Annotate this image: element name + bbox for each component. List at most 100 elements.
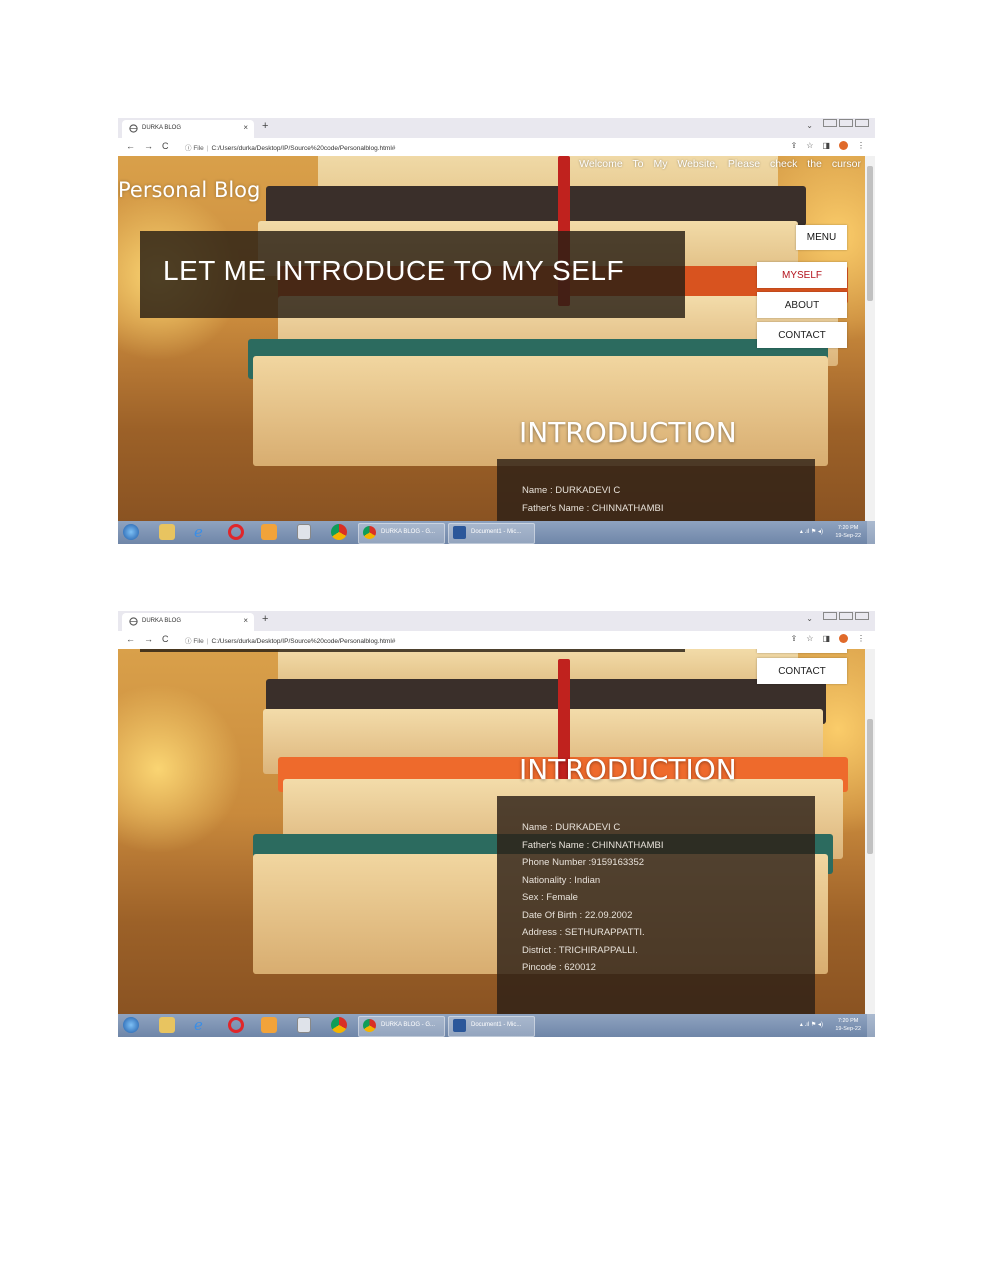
windows-start-icon[interactable] [123, 1017, 139, 1033]
hero-banner-scrolled [140, 649, 685, 652]
web-page: CONTACT ABOUT INTRODUCTION Name : DURKAD… [118, 649, 865, 1014]
nav-myself[interactable]: MYSELF [757, 262, 847, 288]
globe-icon [129, 124, 138, 133]
web-page: Welcome To My Website, Please check the … [118, 156, 865, 521]
folder-icon[interactable] [159, 1017, 175, 1033]
address-bar: ← → C ⓘ File | C:/Users/durka/Desktop/IP/S… [118, 631, 875, 650]
close-window-button[interactable] [855, 612, 869, 620]
star-icon[interactable]: ☆ [806, 634, 813, 643]
clock[interactable]: 7:20 PM 19-Sep-22 [835, 1017, 861, 1033]
profile-avatar[interactable] [839, 141, 848, 151]
opera-icon[interactable] [228, 524, 244, 540]
screenshot-1: DURKA BLOG × + ⌄ ← → C ⓘ File | C:/Users/d… [118, 118, 875, 544]
clock-time: 7:20 PM [837, 525, 859, 531]
taskbar-chrome-label: DURKA BLOG - G... [381, 1022, 436, 1028]
taskbar-word-button[interactable]: Document1 - Mic... [448, 523, 535, 544]
side-panel-icon[interactable]: ◨ [822, 141, 830, 150]
welcome-marquee: Welcome To My Website, Please check the … [579, 158, 861, 170]
back-icon[interactable]: ← [126, 141, 135, 151]
intro-row: Phone Number :9159163352 [522, 857, 645, 868]
nav-contact[interactable]: CONTACT [757, 322, 847, 348]
intro-title: INTRODUCTION [519, 753, 737, 786]
system-tray[interactable]: ▴ .ıl ⚑ ◂) [800, 1021, 823, 1028]
side-panel-icon[interactable]: ◨ [822, 634, 830, 643]
opera-icon[interactable] [228, 1017, 244, 1033]
taskbar-word-button[interactable]: Document1 - Mic... [448, 1016, 535, 1037]
url-text: C:/Users/durka/Desktop/IP/Source%20code/… [211, 145, 396, 152]
nav-about[interactable]: ABOUT [757, 292, 847, 318]
share-icon[interactable]: ⇪ [791, 141, 798, 150]
star-icon[interactable]: ☆ [806, 141, 813, 150]
url-field[interactable]: ⓘ File | C:/Users/durka/Desktop/IP/Source%… [185, 635, 395, 645]
more-menu-icon[interactable]: ⋮ [857, 141, 865, 150]
book-image [253, 356, 828, 466]
chrome-icon[interactable] [331, 524, 347, 540]
chevron-down-icon[interactable]: ⌄ [806, 121, 813, 130]
intro-row: Address : SETHURAPPATTI. [522, 927, 645, 938]
minimize-button[interactable] [823, 119, 837, 127]
minimize-button[interactable] [823, 612, 837, 620]
forward-icon[interactable]: → [144, 141, 153, 151]
url-field[interactable]: ⓘ File | C:/Users/durka/Desktop/IP/Source%… [185, 142, 395, 152]
taskbar-chrome-button[interactable]: DURKA BLOG - G... [358, 1016, 445, 1037]
info-icon: ⓘ [185, 145, 192, 152]
clock[interactable]: 7:20 PM 19-Sep-22 [835, 524, 861, 540]
share-icon[interactable]: ⇪ [791, 634, 798, 643]
new-tab-button[interactable]: + [262, 120, 268, 132]
url-text: C:/Users/durka/Desktop/IP/Source%20code/… [211, 638, 396, 645]
scrollbar-thumb[interactable] [867, 166, 873, 301]
chevron-down-icon[interactable]: ⌄ [806, 614, 813, 623]
intro-row: District : TRICHIRAPPALLI. [522, 945, 638, 956]
ie-icon[interactable]: e [194, 1017, 210, 1033]
intro-row: Name : DURKADEVI C [522, 822, 621, 833]
more-menu-icon[interactable]: ⋮ [857, 634, 865, 643]
taskbar: e DURKA BLOG - G... Document1 - Mic... ▴… [118, 521, 875, 544]
maximize-button[interactable] [839, 119, 853, 127]
reload-icon[interactable]: C [162, 634, 169, 644]
intro-row: Pincode : 620012 [522, 962, 596, 973]
menu-button[interactable]: MENU [796, 225, 847, 250]
media-player-icon[interactable] [261, 524, 277, 540]
reload-icon[interactable]: C [162, 141, 169, 151]
windows-start-icon[interactable] [123, 524, 139, 540]
intro-box: Name : DURKADEVI C Father's Name : CHINN… [497, 796, 815, 1014]
tab-strip: DURKA BLOG × + ⌄ [118, 118, 875, 138]
scrollbar[interactable] [865, 156, 875, 521]
toolbar-icons: ⇪ ☆ ◨ ⋮ [782, 141, 865, 151]
word-icon [453, 1019, 466, 1032]
folder-icon[interactable] [159, 524, 175, 540]
show-desktop-button[interactable] [867, 1014, 875, 1037]
globe-icon [129, 617, 138, 626]
new-tab-button[interactable]: + [262, 613, 268, 625]
browser-tab[interactable]: DURKA BLOG × [122, 613, 254, 631]
toolbar-icons: ⇪ ☆ ◨ ⋮ [782, 634, 865, 644]
info-icon: ⓘ [185, 638, 192, 645]
back-icon[interactable]: ← [126, 634, 135, 644]
hero-banner: LET ME INTRODUCE TO MY SELF [140, 231, 685, 318]
system-tray[interactable]: ▴ .ıl ⚑ ◂) [800, 528, 823, 535]
taskbar-chrome-label: DURKA BLOG - G... [381, 529, 436, 535]
forward-icon[interactable]: → [144, 634, 153, 644]
intro-row: Father's Name : CHINNATHAMBI [522, 503, 664, 514]
maximize-button[interactable] [839, 612, 853, 620]
calculator-icon[interactable] [297, 1017, 311, 1033]
close-tab-icon[interactable]: × [243, 616, 248, 625]
scrollbar-thumb[interactable] [867, 719, 873, 854]
profile-avatar[interactable] [839, 634, 848, 644]
close-window-button[interactable] [855, 119, 869, 127]
show-desktop-button[interactable] [867, 521, 875, 544]
nav-about[interactable]: ABOUT [757, 649, 847, 653]
clock-time: 7:20 PM [837, 1018, 859, 1024]
browser-tab[interactable]: DURKA BLOG × [122, 120, 254, 138]
scrollbar[interactable] [865, 649, 875, 1014]
nav-contact[interactable]: CONTACT [757, 658, 847, 684]
tab-strip: DURKA BLOG × + ⌄ [118, 611, 875, 631]
screenshot-2: DURKA BLOG × + ⌄ ← → C ⓘ File | C:/Users/d… [118, 611, 875, 1037]
calculator-icon[interactable] [297, 524, 311, 540]
chrome-icon[interactable] [331, 1017, 347, 1033]
close-tab-icon[interactable]: × [243, 123, 248, 132]
window-controls [821, 119, 869, 127]
media-player-icon[interactable] [261, 1017, 277, 1033]
taskbar-chrome-button[interactable]: DURKA BLOG - G... [358, 523, 445, 544]
ie-icon[interactable]: e [194, 524, 210, 540]
